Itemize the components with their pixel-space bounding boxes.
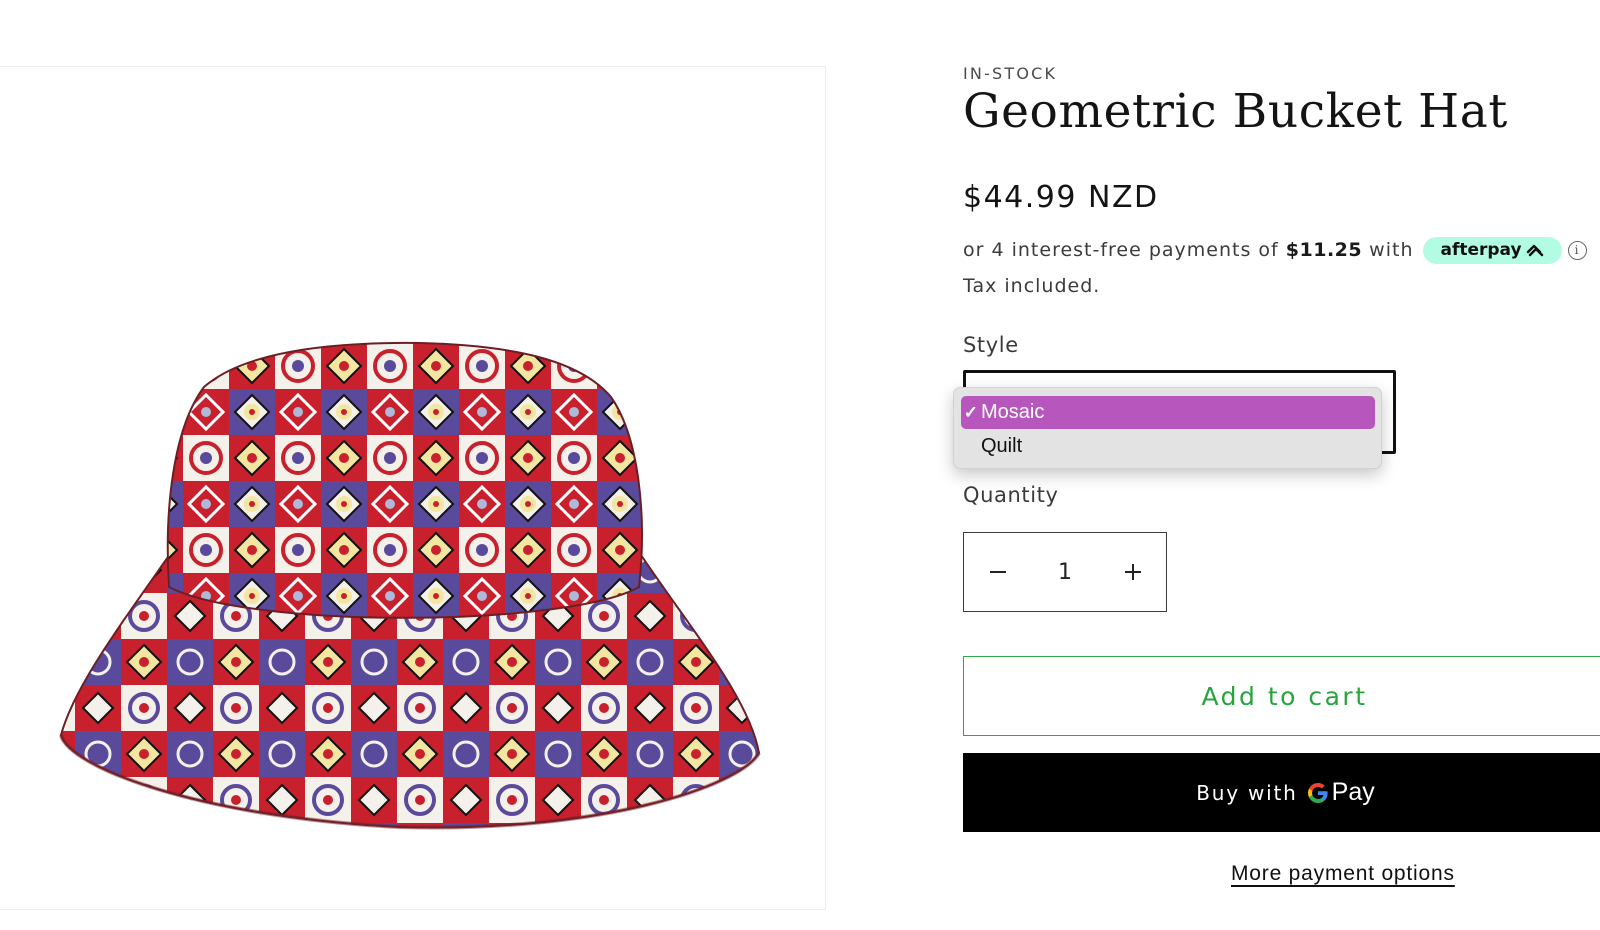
product-title: Geometric Bucket Hat bbox=[963, 84, 1508, 139]
buy-with-label: Buy with bbox=[1196, 780, 1298, 805]
plus-icon bbox=[1124, 564, 1141, 580]
buy-with-gpay-button[interactable]: Buy with Pay bbox=[963, 753, 1600, 832]
quantity-increase-button[interactable] bbox=[1099, 533, 1166, 611]
afterpay-message: or 4 interest-free payments of $11.25 wi… bbox=[963, 234, 1600, 266]
product-price: $44.99 NZD bbox=[963, 180, 1159, 215]
more-payment-options-link[interactable]: More payment options bbox=[1231, 862, 1455, 886]
add-to-cart-button[interactable]: Add to cart bbox=[963, 656, 1600, 736]
product-image[interactable] bbox=[0, 67, 825, 909]
info-icon[interactable]: i bbox=[1567, 240, 1587, 260]
afterpay-prefix: or 4 interest-free payments of bbox=[963, 239, 1279, 261]
style-dropdown-menu: ✓ Mosaic Quilt bbox=[953, 387, 1382, 469]
quantity-input[interactable] bbox=[1031, 533, 1099, 611]
quantity-label: Quantity bbox=[963, 483, 1059, 507]
stock-status: IN-STOCK bbox=[963, 64, 1058, 83]
google-pay-logo: Pay bbox=[1306, 778, 1375, 807]
afterpay-amount: $11.25 bbox=[1285, 239, 1363, 261]
quantity-stepper bbox=[963, 532, 1167, 612]
product-info: IN-STOCK Geometric Bucket Hat $44.99 NZD… bbox=[953, 0, 1600, 930]
afterpay-arrows-icon bbox=[1526, 244, 1543, 257]
style-option-quilt[interactable]: Quilt bbox=[961, 430, 1375, 463]
afterpay-logo[interactable]: afterpay bbox=[1423, 236, 1562, 264]
option-label: Quilt bbox=[981, 435, 1023, 457]
style-label: Style bbox=[963, 333, 1019, 357]
afterpay-logo-text: afterpay bbox=[1440, 240, 1522, 260]
product-media[interactable] bbox=[0, 66, 826, 910]
google-g-icon bbox=[1307, 782, 1328, 803]
minus-icon bbox=[989, 571, 1006, 573]
checkmark-icon: ✓ bbox=[963, 402, 978, 422]
style-option-mosaic[interactable]: ✓ Mosaic bbox=[961, 396, 1375, 429]
afterpay-suffix: with bbox=[1369, 239, 1414, 261]
gpay-label: Pay bbox=[1331, 778, 1375, 806]
tax-note: Tax included. bbox=[963, 275, 1101, 297]
option-label: Mosaic bbox=[981, 401, 1045, 423]
quantity-decrease-button[interactable] bbox=[964, 533, 1031, 611]
